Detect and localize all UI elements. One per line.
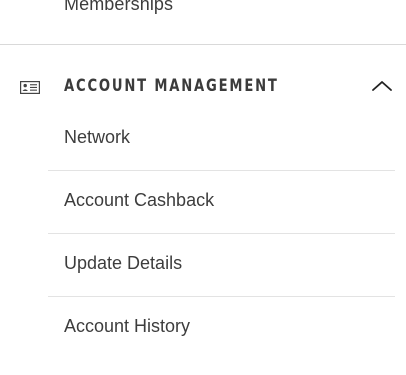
submenu-item-label: Network	[64, 127, 131, 147]
chevron-up-icon[interactable]	[371, 79, 393, 93]
submenu-item-account-cashback[interactable]: Account Cashback	[48, 171, 395, 234]
submenu-item-account-history[interactable]: Account History	[48, 297, 395, 360]
account-management-header[interactable]: ACCOUNT MANAGEMENT	[0, 70, 406, 104]
submenu-item-label: Account Cashback	[64, 190, 215, 210]
section-divider	[0, 44, 406, 45]
id-card-icon	[20, 81, 40, 94]
submenu-item-network[interactable]: Network	[48, 108, 395, 171]
submenu-item-label: Account History	[64, 316, 191, 336]
section-title: ACCOUNT MANAGEMENT	[64, 76, 279, 96]
account-management-submenu: Network Account Cashback Update Details …	[48, 108, 395, 360]
submenu-item-label: Update Details	[64, 253, 183, 273]
menu-item-memberships[interactable]: Memberships	[64, 0, 173, 15]
submenu-item-update-details[interactable]: Update Details	[48, 234, 395, 297]
